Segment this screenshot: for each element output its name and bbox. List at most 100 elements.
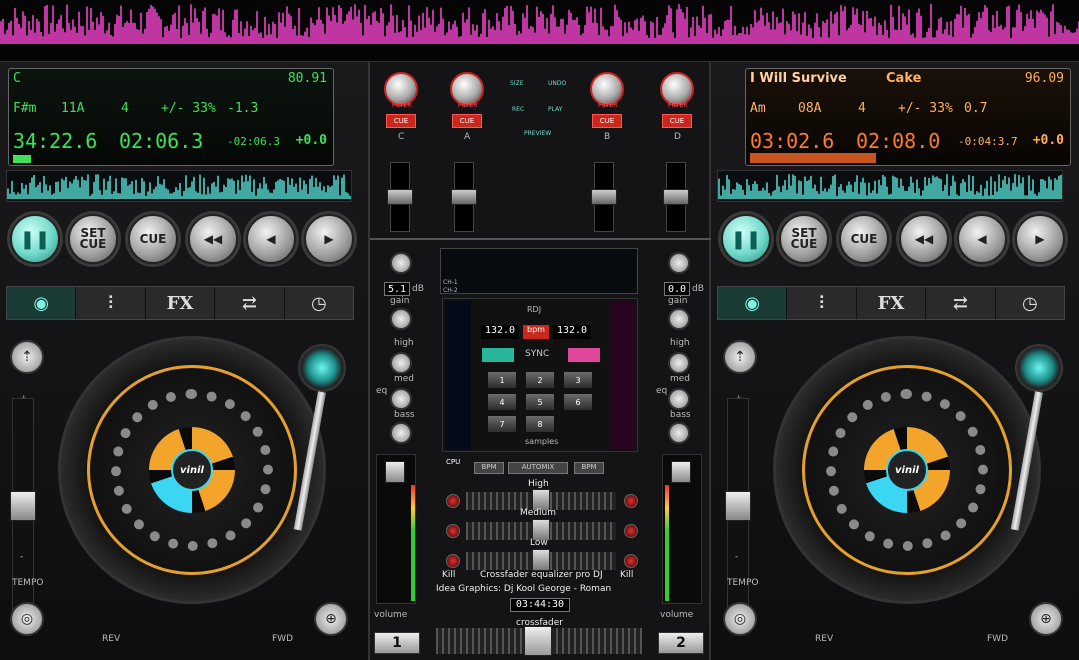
deck-a-tab-loop[interactable]: ⇄ [215, 287, 285, 319]
deck-a-tab-clock[interactable]: ◷ [285, 287, 353, 319]
sample-pad-2[interactable]: 2 [525, 371, 555, 389]
deck-b-tab-clock[interactable]: ◷ [996, 287, 1064, 319]
deck-2-button[interactable]: 2 [658, 632, 704, 654]
waveform-bar [45, 184, 47, 199]
deck-b-pause-button[interactable]: ❚❚ [721, 214, 771, 264]
volume-fader-left[interactable] [376, 454, 416, 604]
gain-knob-left[interactable] [390, 252, 412, 274]
preview-button[interactable]: PREVIEW [524, 130, 551, 137]
eq-low-slider-cap[interactable] [532, 549, 550, 571]
cue-button-c[interactable]: CUE [386, 114, 416, 128]
deck-a-tab-eq[interactable]: ⫶ [76, 287, 146, 319]
eq-high-knob-left[interactable] [390, 352, 412, 374]
kill-low-right[interactable] [624, 554, 638, 568]
channel-fader-d[interactable] [663, 162, 689, 232]
crossfader[interactable] [436, 626, 642, 656]
volume-fader-right[interactable] [662, 454, 702, 604]
channel-fader-a[interactable] [451, 162, 477, 232]
fader-cap[interactable] [387, 189, 413, 205]
undo-button[interactable]: UNDO [548, 80, 566, 87]
mixer-waveform[interactable]: CH-1 CH-2 [440, 248, 638, 294]
kill-high-right[interactable] [624, 494, 638, 508]
deck-b-back-button[interactable]: ◀ [957, 214, 1007, 264]
filter-knob-a[interactable] [450, 72, 484, 106]
filter-knob-right[interactable] [668, 308, 690, 330]
deck-b-tab-fx[interactable]: FX [857, 287, 927, 319]
fader-cap[interactable] [451, 189, 477, 205]
deck-b-cue-button[interactable]: CUE [839, 214, 889, 264]
crossfader-cap[interactable] [524, 626, 552, 656]
filter-knob-left[interactable] [390, 308, 412, 330]
overview-waveform[interactable] [0, 0, 1079, 62]
eq-low-slider[interactable] [466, 549, 616, 571]
deck-a-pause-button[interactable]: ❚❚ [10, 214, 60, 264]
deck-a-play-button[interactable]: ▶ [304, 214, 354, 264]
cue-button-a[interactable]: CUE [452, 114, 482, 128]
sample-pad-1[interactable]: 1 [487, 371, 517, 389]
automix-button[interactable]: AUTOMIX [508, 462, 568, 474]
sample-pad-7[interactable]: 7 [487, 415, 517, 433]
deck-b-turntable[interactable]: vinil [773, 336, 1041, 604]
channel-fader-b[interactable] [591, 162, 617, 232]
kill-high-left[interactable] [446, 494, 460, 508]
rec-button[interactable]: REC [512, 106, 524, 113]
tempo-slider-handle[interactable] [10, 491, 36, 521]
filter-knob-b[interactable] [590, 72, 624, 106]
cue-button-d[interactable]: CUE [662, 114, 692, 128]
sample-pad-8[interactable]: 8 [525, 415, 555, 433]
sync-right-button[interactable] [567, 347, 601, 363]
deck-b-cd-button[interactable]: ◎ [723, 602, 757, 636]
volume-fader-cap-left[interactable] [385, 461, 405, 483]
sync-left-button[interactable] [481, 347, 515, 363]
eq-med-knob-left[interactable] [390, 388, 412, 410]
deck-a-waveform[interactable] [6, 170, 352, 202]
play-mix-button[interactable]: PLAY [548, 106, 562, 113]
deck-a-tab-turntable[interactable]: ◉ [7, 287, 77, 319]
deck-b-add-button[interactable]: ⊕ [1029, 602, 1063, 636]
volume-fader-cap-right[interactable] [671, 461, 691, 483]
deck-b-rewind-button[interactable]: ◀◀ [899, 214, 949, 264]
filter-knob-d[interactable] [660, 72, 694, 106]
deck-b-pitch-bend-up[interactable]: ⇡ [723, 340, 757, 374]
cue-button-b[interactable]: CUE [592, 114, 622, 128]
channel-fader-c[interactable] [387, 162, 413, 232]
deck-b-set-cue-button[interactable]: SET CUE [779, 214, 829, 264]
deck-b-tonearm-pivot[interactable] [1015, 344, 1063, 392]
deck-a-cd-button[interactable]: ◎ [10, 602, 44, 636]
tempo-slider-handle[interactable] [725, 491, 751, 521]
deck-b-tab-turntable[interactable]: ◉ [718, 287, 788, 319]
eq-bass-knob-right[interactable] [668, 422, 690, 444]
kill-med-right[interactable] [624, 524, 638, 538]
eq-bass-knob-left[interactable] [390, 422, 412, 444]
deck-a-set-cue-button[interactable]: SET CUE [68, 214, 118, 264]
sample-pad-4[interactable]: 4 [487, 393, 517, 411]
deck-b-play-button[interactable]: ▶ [1015, 214, 1065, 264]
deck-b-tab-loop[interactable]: ⇄ [926, 287, 996, 319]
eq-high-knob-right[interactable] [668, 352, 690, 374]
deck-a-rewind-button[interactable]: ◀◀ [188, 214, 238, 264]
deck-b-waveform[interactable] [717, 170, 1063, 202]
deck-b-tab-eq[interactable]: ⫶ [787, 287, 857, 319]
kill-low-left[interactable] [446, 554, 460, 568]
gain-knob-right[interactable] [668, 252, 690, 274]
deck-a-turntable[interactable]: vinil [58, 336, 326, 604]
sample-pad-5[interactable]: 5 [525, 393, 555, 411]
deck-1-button[interactable]: 1 [374, 632, 420, 654]
sample-pad-3[interactable]: 3 [563, 371, 593, 389]
bpm-left-button[interactable]: BPM [474, 462, 504, 474]
eq-med-knob-right[interactable] [668, 388, 690, 410]
kill-med-left[interactable] [446, 524, 460, 538]
deck-a-tab-fx[interactable]: FX [146, 287, 216, 319]
size-button[interactable]: SIZE [510, 80, 523, 87]
sample-pad-6[interactable]: 6 [563, 393, 593, 411]
filter-knob-c[interactable] [384, 72, 418, 106]
waveform-bar [964, 7, 966, 44]
fader-cap[interactable] [663, 189, 689, 205]
fader-cap[interactable] [591, 189, 617, 205]
deck-a-tonearm-pivot[interactable] [298, 344, 346, 392]
bpm-right-button[interactable]: BPM [574, 462, 604, 474]
deck-a-pitch-bend-up[interactable]: ⇡ [10, 340, 44, 374]
deck-a-back-button[interactable]: ◀ [246, 214, 296, 264]
deck-a-cue-button[interactable]: CUE [128, 214, 178, 264]
deck-a-add-button[interactable]: ⊕ [314, 602, 348, 636]
